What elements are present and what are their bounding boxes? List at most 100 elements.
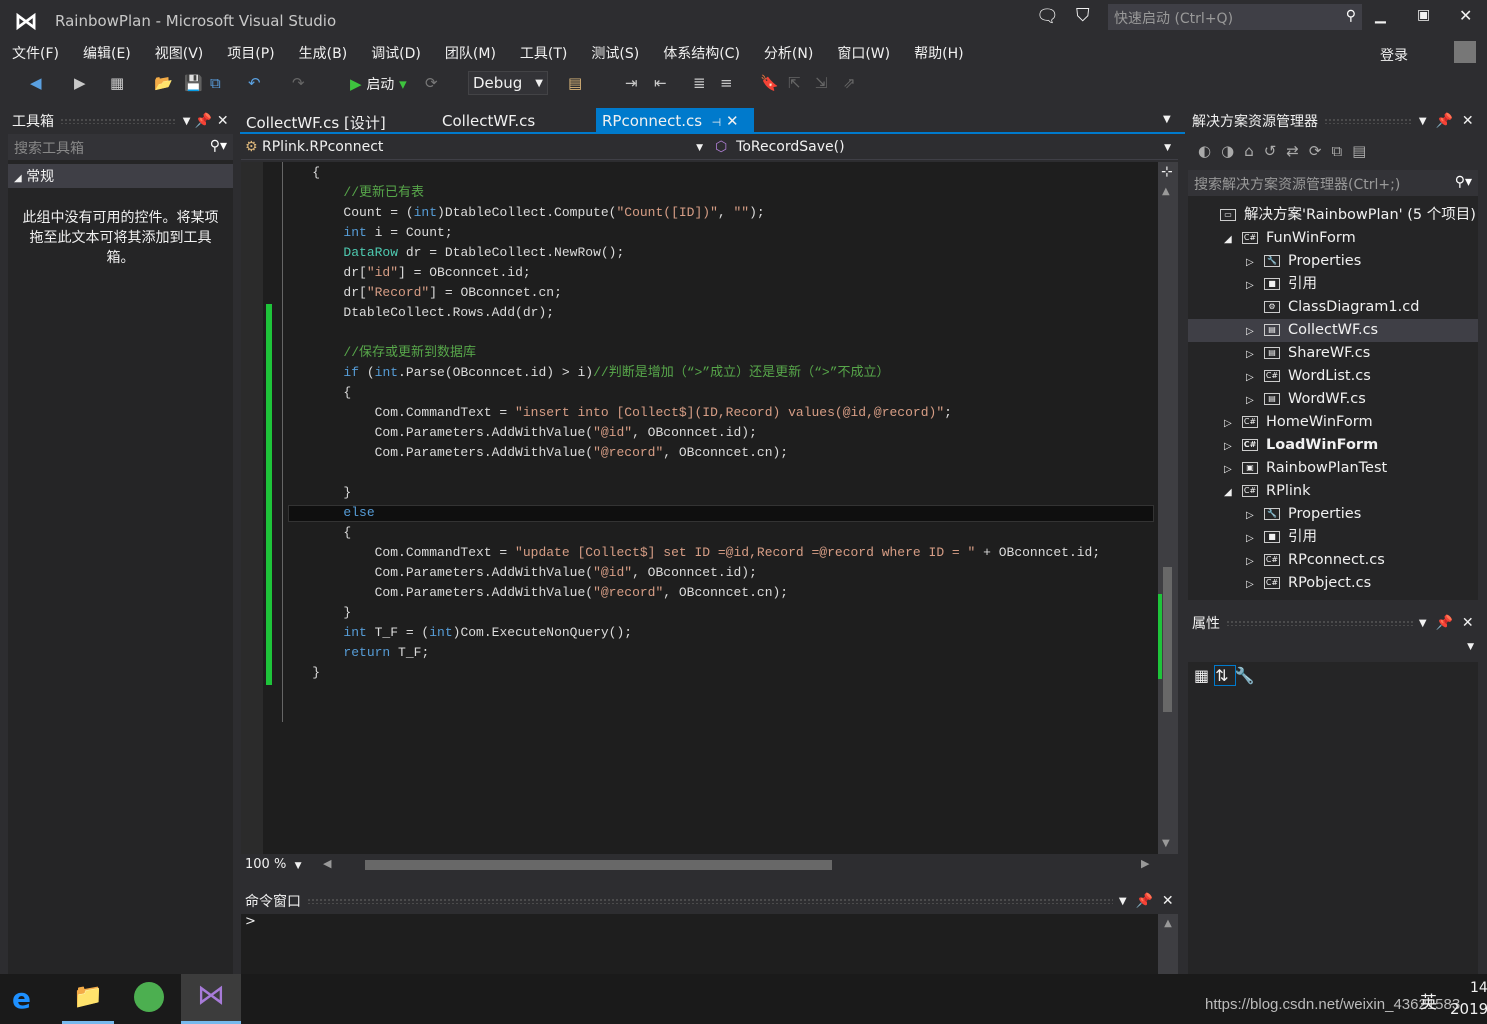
toolbox-search-input[interactable]: 搜索工具箱 ⚲▾: [8, 134, 233, 160]
home-icon[interactable]: ⌂: [1244, 142, 1264, 160]
maximize-button[interactable]: ▣: [1417, 7, 1430, 23]
tab-overflow-icon[interactable]: ▼: [1163, 114, 1171, 125]
tree-item[interactable]: ▷ ■ 引用: [1188, 526, 1478, 549]
scroll-thumb[interactable]: [1163, 567, 1172, 712]
member-dropdown[interactable]: ⬡ ToRecordSave() ▼: [715, 139, 1175, 155]
forward-icon[interactable]: ▶: [74, 74, 86, 92]
collapse-all-icon[interactable]: ⧉: [1331, 142, 1352, 160]
dropdown-icon[interactable]: ▼: [1119, 896, 1127, 907]
menu-item[interactable]: 分析(N): [752, 40, 825, 66]
outdent-icon[interactable]: ⇤: [654, 74, 667, 92]
expand-icon[interactable]: ▷: [1246, 366, 1264, 389]
menu-item[interactable]: 团队(M): [433, 40, 508, 66]
tree-item[interactable]: ▷ 🔧 Properties: [1188, 503, 1478, 526]
expand-icon[interactable]: ▷: [1246, 320, 1264, 343]
split-icon[interactable]: ⊹: [1161, 164, 1173, 180]
scroll-right-icon[interactable]: ▶: [1141, 857, 1149, 870]
open-icon[interactable]: 📂: [154, 74, 173, 92]
refresh-icon[interactable]: ⟳: [1309, 142, 1332, 160]
menu-item[interactable]: 帮助(H): [902, 40, 975, 66]
bookmark-icon[interactable]: 🔖: [760, 74, 779, 92]
history-icon[interactable]: ↺: [1264, 142, 1287, 160]
menu-item[interactable]: 窗口(W): [825, 40, 902, 66]
start-button[interactable]: ▶ 启动 ▾: [350, 74, 407, 94]
show-all-files-icon[interactable]: ▤: [1352, 142, 1376, 160]
dropdown-icon[interactable]: ▼: [1419, 116, 1427, 127]
alphabetical-icon[interactable]: ⇅: [1214, 665, 1236, 686]
categorized-icon[interactable]: ▦: [1194, 666, 1215, 685]
file-explorer-icon[interactable]: 📁: [62, 974, 114, 1024]
tree-item[interactable]: ▷ C# LoadWinForm: [1188, 434, 1478, 457]
uncomment-icon[interactable]: ≡: [720, 74, 733, 92]
tree-item[interactable]: ▭ 解决方案'RainbowPlan' (5 个项目): [1188, 204, 1478, 227]
menu-item[interactable]: 工具(T): [508, 40, 579, 66]
minimize-button[interactable]: ▁: [1375, 8, 1386, 24]
object-selector[interactable]: ▼: [1188, 636, 1478, 662]
dropdown-icon[interactable]: ▼: [1419, 618, 1427, 629]
prev-bookmark-icon[interactable]: ⇱: [788, 74, 801, 92]
tab-0[interactable]: CollectWF.cs [设计]: [240, 108, 430, 134]
command-input[interactable]: >: [241, 914, 1178, 929]
collapse-icon[interactable]: ◢: [1224, 228, 1242, 251]
command-scrollbar[interactable]: ▲: [1158, 914, 1178, 974]
property-pages-icon[interactable]: 🔧: [1235, 666, 1261, 685]
expand-icon[interactable]: ▷: [1246, 343, 1264, 366]
comment-icon[interactable]: ≣: [693, 74, 706, 92]
browser-icon[interactable]: [134, 982, 164, 1012]
tree-item[interactable]: ▷ ▤ CollectWF.cs: [1188, 319, 1478, 342]
account-avatar[interactable]: [1454, 41, 1476, 63]
ime-indicator[interactable]: 英: [1420, 988, 1437, 1013]
tab-1[interactable]: CollectWF.cs: [436, 108, 586, 134]
pin-icon[interactable]: 📌: [1135, 893, 1152, 909]
save-icon[interactable]: 💾: [184, 74, 203, 92]
expand-icon[interactable]: ▷: [1224, 435, 1242, 458]
expand-icon[interactable]: ▷: [1246, 573, 1264, 596]
vertical-scrollbar[interactable]: ⊹ ▲ ▼: [1158, 162, 1178, 854]
find-icon[interactable]: ▤: [568, 74, 582, 92]
pin-icon[interactable]: ⊣: [712, 116, 722, 129]
scroll-down-icon[interactable]: ▼: [1162, 838, 1170, 849]
pin-icon[interactable]: 📌: [1435, 113, 1452, 129]
menu-item[interactable]: 文件(F): [0, 40, 71, 66]
pin-icon[interactable]: 📌: [195, 113, 212, 129]
menu-item[interactable]: 视图(V): [143, 40, 216, 66]
expand-icon[interactable]: [1246, 297, 1264, 320]
menu-item[interactable]: 调试(D): [359, 40, 433, 66]
close-icon[interactable]: ✕: [1162, 893, 1174, 909]
quick-launch-input[interactable]: 快速启动 (Ctrl+Q) ⚲: [1108, 4, 1362, 30]
close-icon[interactable]: ✕: [217, 113, 229, 129]
undo-icon[interactable]: ↶: [248, 74, 261, 92]
menu-item[interactable]: 生成(B): [287, 40, 360, 66]
clock-time[interactable]: 14: [1470, 980, 1487, 996]
expand-icon[interactable]: ▷: [1224, 458, 1242, 481]
config-dropdown[interactable]: Debug ▼: [468, 71, 548, 95]
expand-icon[interactable]: ▷: [1224, 412, 1242, 435]
forward-icon[interactable]: ◑: [1221, 142, 1244, 160]
tree-item[interactable]: ▷ ▣ RainbowPlanTest: [1188, 457, 1478, 480]
indent-icon[interactable]: ⇥: [625, 74, 638, 92]
pin-icon[interactable]: 📌: [1435, 615, 1452, 631]
tree-item[interactable]: ▷ ▤ WordWF.cs: [1188, 388, 1478, 411]
tree-item[interactable]: ⚙ ClassDiagram1.cd: [1188, 296, 1478, 319]
edge-icon[interactable]: e: [12, 982, 31, 1015]
tree-item[interactable]: ▷ C# WordList.cs: [1188, 365, 1478, 388]
expand-icon[interactable]: [1202, 205, 1220, 228]
clock-date[interactable]: 2019/: [1450, 1000, 1487, 1018]
close-button[interactable]: ✕: [1459, 6, 1472, 25]
expand-icon[interactable]: ▷: [1246, 504, 1264, 527]
dropdown-icon[interactable]: ▼: [183, 116, 191, 127]
tree-item[interactable]: ▷ C# RPconnect.cs: [1188, 549, 1478, 572]
filter-icon[interactable]: ⛉: [1076, 5, 1090, 26]
tree-item[interactable]: ▷ ■ 引用: [1188, 273, 1478, 296]
menu-item[interactable]: 项目(P): [215, 40, 286, 66]
save-all-icon[interactable]: ⧉: [210, 74, 221, 92]
close-tab-icon[interactable]: ✕: [726, 112, 739, 130]
feedback-icon[interactable]: 🗨: [1036, 6, 1059, 27]
solution-search-input[interactable]: 搜索解决方案资源管理器(Ctrl+;) ⚲▾: [1188, 170, 1478, 196]
class-dropdown[interactable]: ⚙ RPlink.RPconnect ▼: [245, 139, 709, 155]
tree-item[interactable]: ▷ 🔧 Properties: [1188, 250, 1478, 273]
expand-icon[interactable]: ▷: [1246, 527, 1264, 550]
toolbox-group-general[interactable]: ◢ 常规: [8, 164, 233, 188]
tree-item[interactable]: ▷ ▤ ShareWF.cs: [1188, 342, 1478, 365]
collapse-icon[interactable]: ◢: [1224, 481, 1242, 504]
